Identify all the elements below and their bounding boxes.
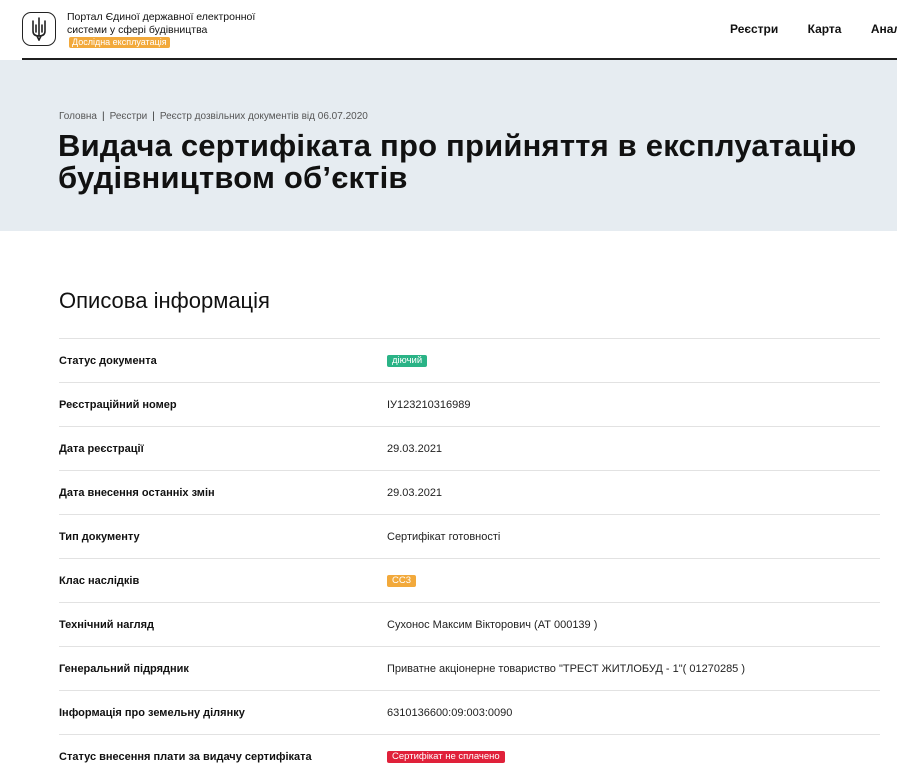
row-label: Дата реєстрації	[59, 442, 144, 455]
table-row: Реєстраційний номер ІУ123210316989	[59, 382, 880, 426]
row-label: Реєстраційний номер	[59, 398, 177, 411]
nav-item-analytics[interactable]: Аналіти	[871, 22, 897, 36]
table-row: Дата внесення останніх змін 29.03.2021	[59, 470, 880, 514]
main-nav: Реєстри Карта Аналіти	[730, 22, 897, 36]
table-row: Статус документа діючий	[59, 338, 880, 382]
portal-title[interactable]: Портал Єдиної державної електронної сист…	[67, 11, 267, 50]
table-row: Статус внесення плати за видачу сертифік…	[59, 734, 880, 778]
page-title: Видача сертифіката про прийняття в експл…	[58, 130, 856, 194]
breadcrumb-current[interactable]: Реєстр дозвільних документів від 06.07.2…	[160, 111, 368, 122]
row-label: Клас наслідків	[59, 574, 140, 587]
row-value: 29.03.2021	[387, 486, 443, 499]
status-badge: діючий	[387, 355, 428, 367]
trident-logo-icon[interactable]	[22, 12, 56, 46]
payment-status-badge: Сертифікат не сплачено	[387, 751, 505, 763]
table-row: Дата реєстрації 29.03.2021	[59, 426, 880, 470]
row-label: Інформація про земельну ділянку	[59, 706, 245, 719]
row-value: ІУ123210316989	[387, 398, 471, 411]
row-label: Статус внесення плати за видачу сертифік…	[59, 750, 312, 763]
row-value: 6310136600:09:003:0090	[387, 706, 513, 719]
row-value: Сертифікат готовності	[387, 530, 501, 543]
site-header: Портал Єдиної державної електронної сист…	[22, 0, 897, 60]
nav-item-map[interactable]: Карта	[808, 22, 842, 36]
table-row: Технічний нагляд Сухонос Максим Вікторов…	[59, 602, 880, 646]
nav-item-registers[interactable]: Реєстри	[730, 22, 778, 36]
row-label: Технічний нагляд	[59, 618, 155, 631]
table-row: Тип документу Сертифікат готовності	[59, 514, 880, 558]
table-row: Клас наслідків СС3	[59, 558, 880, 602]
page-title-line-2: будівництвом об’єктів	[58, 160, 408, 195]
info-table: Статус документа діючий Реєстраційний но…	[59, 338, 880, 778]
table-row: Генеральний підрядник Приватне акціонерн…	[59, 646, 880, 690]
breadcrumb-registers[interactable]: Реєстри	[110, 111, 148, 122]
row-label: Дата внесення останніх змін	[59, 486, 215, 499]
row-value: Сухонос Максим Вікторович (АТ 000139 )	[387, 618, 598, 631]
breadcrumb-home[interactable]: Головна	[59, 111, 97, 122]
page-hero: Головна | Реєстри | Реєстр дозвільних докуме…	[0, 60, 897, 231]
page-title-line-1: Видача сертифіката про прийняття в експл…	[58, 128, 857, 163]
table-row: Інформація про земельну ділянку 63101366…	[59, 690, 880, 734]
row-label: Статус документа	[59, 354, 157, 367]
beta-badge: Дослідна експлуатація	[69, 37, 170, 48]
consequence-class-badge: СС3	[387, 575, 417, 587]
portal-title-text: Портал Єдиної державної електронної сист…	[67, 11, 256, 36]
section-title: Описова інформація	[59, 288, 270, 313]
breadcrumb: Головна | Реєстри | Реєстр дозвільних докуме…	[59, 111, 368, 122]
row-value: Приватне акціонерне товариство "ТРЕСТ ЖИ…	[387, 662, 746, 675]
row-label: Генеральний підрядник	[59, 662, 189, 675]
row-label: Тип документу	[59, 530, 140, 543]
row-value: 29.03.2021	[387, 442, 443, 455]
